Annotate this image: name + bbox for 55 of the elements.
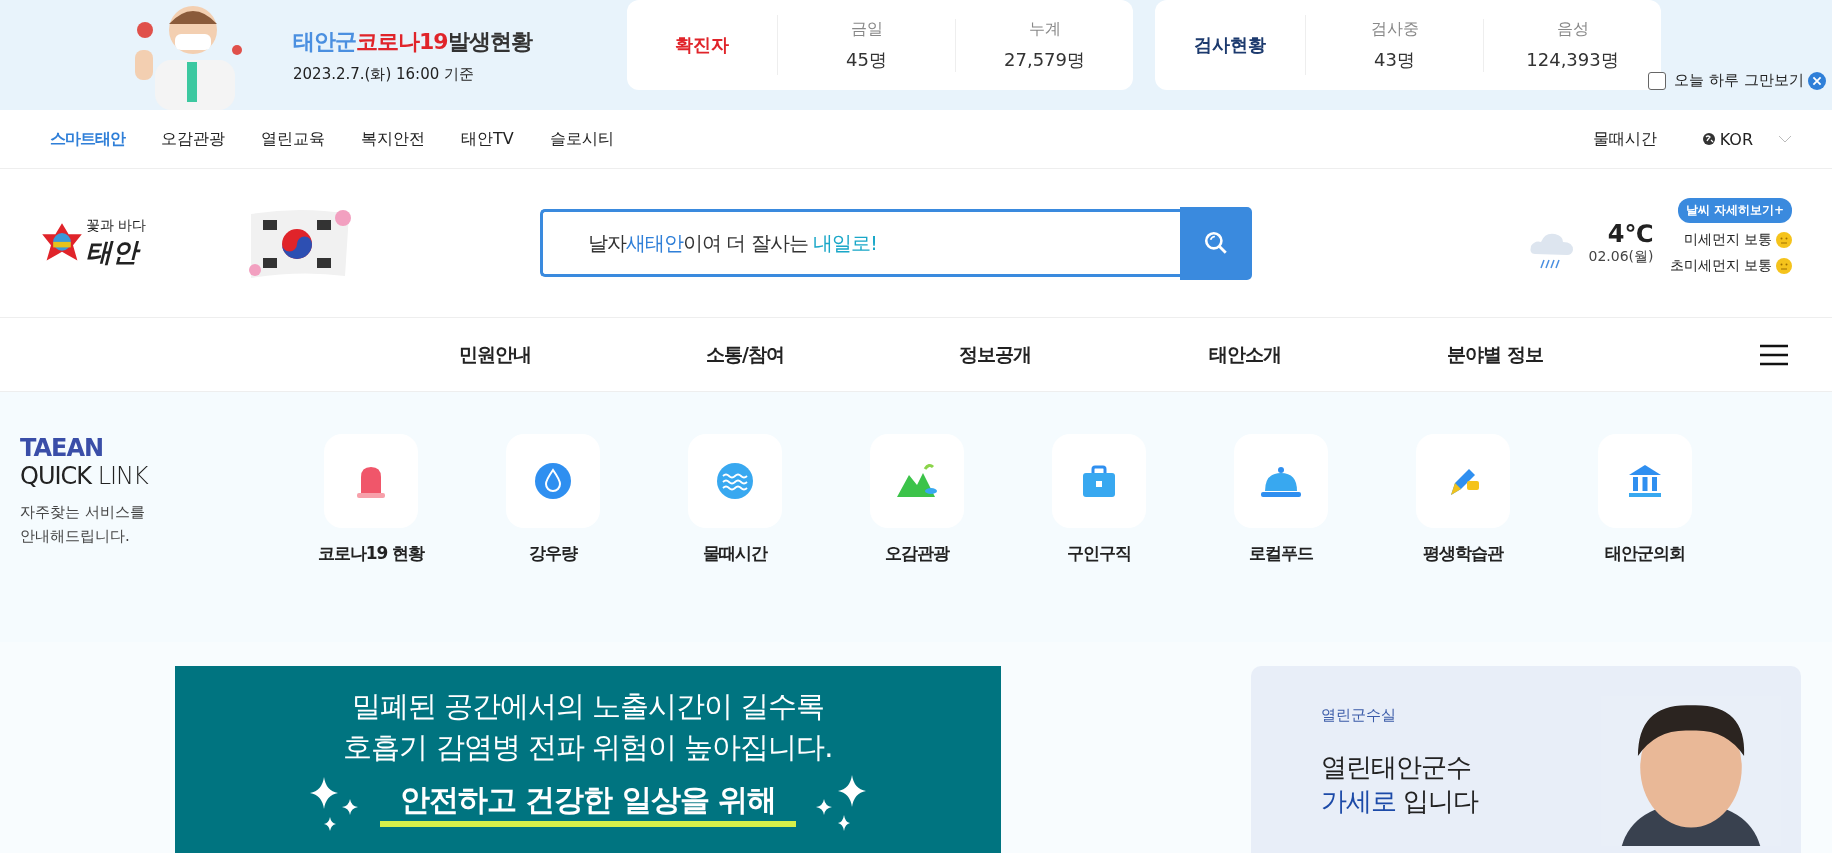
stat-value: 45명 [845, 47, 888, 72]
quick-link[interactable]: 물때시간 [644, 434, 826, 642]
notice-text: 밀폐된 공간에서의 노출시간이 길수록 호흡기 감염병 전파 위험이 높아집니다. [343, 688, 833, 766]
hide-today-label[interactable]: 오늘 하루 그만보기 [1674, 71, 1804, 90]
mayor-card[interactable]: 열린군수실 열린태안군수 가세로 입니다 [1251, 666, 1801, 853]
search-icon [1203, 230, 1229, 256]
air-quality-label: 미세먼지 보통 [1683, 230, 1772, 249]
stat-value: 43명 [1373, 47, 1416, 72]
covid-title: 태안군코로나19발생현황 [293, 27, 534, 56]
quick-link[interactable]: 구인구직 [1008, 434, 1190, 642]
air-quality-label: 초미세먼지 보통 [1669, 256, 1772, 275]
quick-link[interactable]: 태안군의회 [1554, 434, 1736, 642]
site-tab[interactable]: 오감관광 [161, 128, 225, 150]
covid-date: 2023.2.7.(화) 16:00 기준 [293, 64, 476, 84]
tide-link[interactable]: 물때시간 [1592, 128, 1657, 150]
menu-icon[interactable] [1760, 343, 1788, 366]
stat-value: 27,579명 [1003, 47, 1086, 72]
temperature: 4℃ [1607, 220, 1654, 248]
weather-detail-button[interactable]: 날씨 자세히보기+ [1677, 197, 1792, 223]
checkbox[interactable] [1648, 71, 1667, 90]
weather-date: 02.06(월) [1588, 248, 1654, 266]
main-menu-item[interactable]: 분야별 정보 [1370, 341, 1620, 368]
main-menu-item[interactable]: 태안소개 [1120, 341, 1370, 368]
main-menu-item[interactable]: 민원안내 [370, 341, 620, 368]
notice-highlight: 안전하고 건강한 일상을 위해 [379, 779, 797, 827]
quick-link[interactable]: 강우량 [462, 434, 644, 642]
site-tab[interactable]: 열린교육 [261, 128, 325, 150]
quick-link[interactable]: 로컬푸드 [1190, 434, 1372, 642]
main-menu-item[interactable]: 정보공개 [870, 341, 1120, 368]
stat-name: 누계 [1027, 18, 1062, 40]
section-label: 열린군수실 [1321, 706, 1397, 725]
search-button[interactable] [1180, 206, 1252, 280]
stat-name: 음성 [1555, 18, 1590, 40]
quick-link[interactable]: 오감관광 [826, 434, 1008, 642]
site-tab[interactable]: 스마트태안 [50, 128, 125, 150]
close-icon[interactable] [1808, 71, 1826, 90]
stat-label: 검사현황 [1155, 15, 1306, 75]
stat-name: 금일 [849, 18, 884, 40]
mayor-heading: 열린태안군수 가세로 입니다 [1321, 751, 1479, 818]
quick-link[interactable]: 평생학습관 [1372, 434, 1554, 642]
site-tab[interactable]: 태안TV [461, 128, 514, 150]
quick-description: 자주찾는 서비스를 안내해드립니다. [20, 502, 146, 547]
site-tab[interactable]: 슬로시티 [549, 128, 614, 150]
logo[interactable]: 꽃과 바다 태안 [40, 216, 165, 270]
main-menu-item[interactable]: 소통/참여 [620, 341, 870, 368]
site-tab[interactable]: 복지안전 [361, 128, 425, 150]
stat-label: 확진자 [627, 15, 778, 75]
quick-title: TAEAN [20, 434, 105, 462]
stat-name: 검사중 [1369, 18, 1420, 40]
stat-value: 124,393명 [1525, 47, 1620, 72]
quick-subtitle: QUICK LINK [20, 462, 149, 490]
quick-link[interactable]: 코로나19 현황 [280, 434, 462, 642]
language-selector[interactable]: KOR [1719, 129, 1753, 149]
search-field[interactable]: 날자새태안이여 더 잘사는 내일로! [540, 209, 1180, 277]
notice-banner[interactable]: 밀폐된 공간에서의 노출시간이 길수록 호흡기 감염병 전파 위험이 높아집니다. 안전하고 건강한 일상을 위해 [175, 666, 1001, 853]
